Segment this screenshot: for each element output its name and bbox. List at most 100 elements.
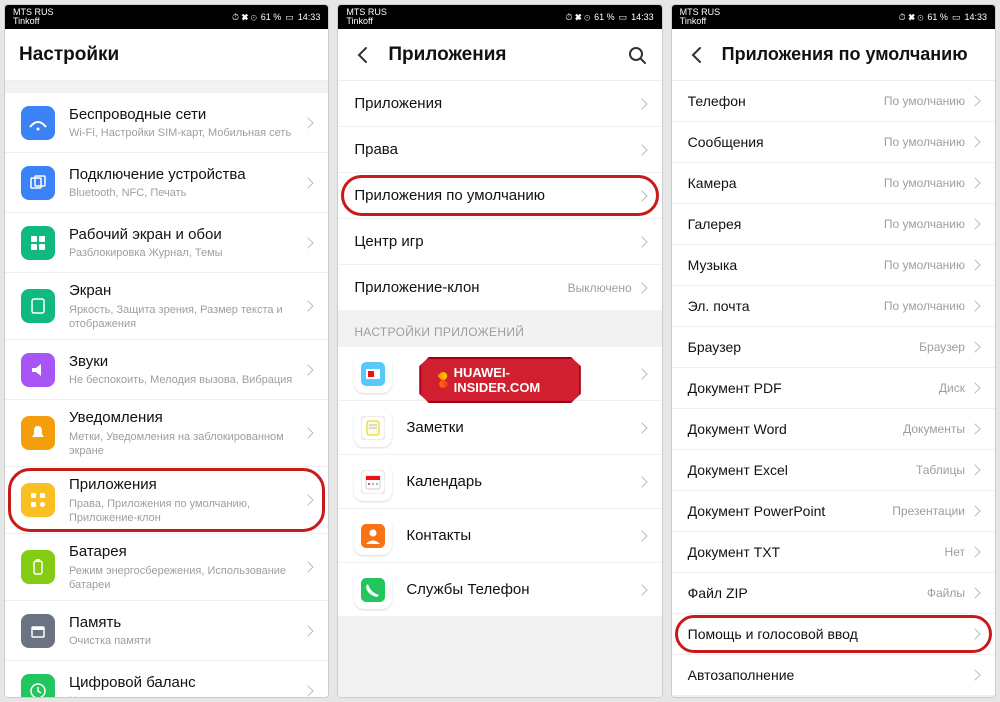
app-item[interactable]: Службы Телефон — [338, 563, 661, 617]
page-title: Настройки — [19, 44, 314, 66]
default-app-item[interactable]: Браузер Браузер — [672, 327, 995, 368]
item-label: Экран — [69, 281, 304, 301]
settings-item[interactable]: Цифровой баланс Управление временем дост… — [5, 661, 328, 697]
item-value: Документы — [903, 422, 965, 436]
settings-item[interactable]: Уведомления Метки, Уведомления на заблок… — [5, 400, 328, 467]
default-app-item[interactable]: Камера По умолчанию — [672, 163, 995, 204]
settings-item[interactable]: Память Очистка памяти — [5, 601, 328, 661]
item-sub: Не беспокоить, Мелодия вызова, Вибрация — [69, 373, 304, 387]
item-value: По умолчанию — [884, 135, 965, 149]
chevron-right-icon — [636, 282, 647, 293]
statusbar: MTS RUS Tinkoff ⏱ ✖ ⊙ 61 % ▭ 14:33 — [672, 5, 995, 29]
settings-item[interactable]: Подключение устройства Bluetooth, NFC, П… — [5, 153, 328, 213]
chevron-right-icon — [969, 300, 980, 311]
back-button[interactable] — [686, 44, 708, 66]
item-sub: Режим энергосбережения, Использование ба… — [69, 564, 304, 593]
watermark-badge: HUAWEI-INSIDER.COM — [419, 357, 581, 403]
chevron-right-icon — [636, 236, 647, 247]
back-button[interactable] — [352, 44, 374, 66]
default-app-item[interactable]: Помощь и голосовой ввод — [672, 614, 995, 655]
item-label: Браузер — [688, 338, 920, 356]
item-label: Музыка — [688, 256, 884, 274]
item-label: Службы Телефон — [406, 580, 637, 600]
app-icon — [354, 571, 392, 609]
item-value: Таблицы — [916, 463, 965, 477]
chevron-right-icon — [636, 422, 647, 433]
default-app-item[interactable]: Музыка По умолчанию — [672, 245, 995, 286]
default-app-item[interactable]: Телефон По умолчанию — [672, 81, 995, 122]
item-label: Календарь — [406, 472, 637, 492]
app-icon — [354, 355, 392, 393]
settings-item[interactable]: Звуки Не беспокоить, Мелодия вызова, Виб… — [5, 340, 328, 400]
default-app-item[interactable]: Документ TXT Нет — [672, 532, 995, 573]
item-sub: Разблокировка Журнал, Темы — [69, 246, 304, 260]
app-icon — [354, 409, 392, 447]
item-label: Приложение-клон — [354, 278, 567, 298]
settings-item[interactable]: Экран Яркость, Защита зрения, Размер тек… — [5, 273, 328, 340]
settings-icon — [21, 353, 55, 387]
item-label: Приложения по умолчанию — [354, 186, 637, 206]
item-label: Права — [354, 140, 637, 160]
item-label: Подключение устройства — [69, 165, 304, 185]
settings-icon — [21, 106, 55, 140]
section-label: НАСТРОЙКИ ПРИЛОЖЕНИЙ — [338, 311, 661, 347]
statusbar: MTS RUS Tinkoff ⏱ ✖ ⊙ 61 % ▭ 14:33 — [338, 5, 661, 29]
apps-menu-item[interactable]: Приложение-клон Выключено — [338, 265, 661, 311]
chevron-right-icon — [969, 423, 980, 434]
item-value: Файлы — [927, 586, 965, 600]
header: Приложения — [338, 29, 661, 81]
item-label: Камера — [688, 174, 884, 192]
search-icon[interactable] — [626, 44, 648, 66]
chevron-right-icon — [303, 625, 314, 636]
item-label: Заметки — [406, 418, 637, 438]
app-item[interactable]: Заметки — [338, 401, 661, 455]
item-sub: Очистка памяти — [69, 634, 304, 648]
settings-icon — [21, 550, 55, 584]
chevron-right-icon — [303, 685, 314, 696]
item-label: Документ PDF — [688, 379, 939, 397]
chevron-right-icon — [303, 237, 314, 248]
chevron-right-icon — [636, 190, 647, 201]
item-value: По умолчанию — [884, 217, 965, 231]
app-item[interactable]: Контакты — [338, 509, 661, 563]
default-app-item[interactable]: Документ PDF Диск — [672, 368, 995, 409]
chevron-right-icon — [303, 427, 314, 438]
chevron-right-icon — [969, 587, 980, 598]
item-value: Выключено — [568, 281, 632, 295]
chevron-right-icon — [303, 117, 314, 128]
default-app-item[interactable]: Документ Word Документы — [672, 409, 995, 450]
apps-list: Приложения Права Приложения по умолчанию… — [338, 81, 661, 697]
settings-icon — [21, 483, 55, 517]
default-app-item[interactable]: Сообщения По умолчанию — [672, 122, 995, 163]
item-label: Рабочий экран и обои — [69, 225, 304, 245]
default-app-item[interactable]: Файл ZIP Файлы — [672, 573, 995, 614]
item-label: Телефон — [688, 92, 884, 110]
item-label: Память — [69, 613, 304, 633]
settings-item[interactable]: Беспроводные сети Wi-Fi, Настройки SIM-к… — [5, 93, 328, 153]
item-value: По умолчанию — [884, 94, 965, 108]
settings-item[interactable]: Приложения Права, Приложения по умолчани… — [5, 467, 328, 534]
item-label: Приложения — [69, 475, 304, 495]
default-app-item[interactable]: Документ Excel Таблицы — [672, 450, 995, 491]
item-label: Приложения — [354, 94, 637, 114]
settings-item[interactable]: Рабочий экран и обои Разблокировка Журна… — [5, 213, 328, 273]
chevron-right-icon — [969, 546, 980, 557]
chevron-right-icon — [303, 364, 314, 375]
settings-list: Беспроводные сети Wi-Fi, Настройки SIM-к… — [5, 81, 328, 697]
chevron-right-icon — [969, 177, 980, 188]
apps-menu-item[interactable]: Центр игр — [338, 219, 661, 265]
item-label: Центр игр — [354, 232, 637, 252]
default-app-item[interactable]: Документ PowerPoint Презентации — [672, 491, 995, 532]
apps-menu-item[interactable]: Приложения — [338, 81, 661, 127]
apps-menu-item[interactable]: Приложения по умолчанию — [338, 173, 661, 219]
item-label: Звуки — [69, 352, 304, 372]
settings-icon — [21, 614, 55, 648]
default-app-item[interactable]: Галерея По умолчанию — [672, 204, 995, 245]
app-item[interactable]: Календарь — [338, 455, 661, 509]
apps-menu-item[interactable]: Права — [338, 127, 661, 173]
settings-icon — [21, 416, 55, 450]
settings-item[interactable]: Батарея Режим энергосбережения, Использо… — [5, 534, 328, 601]
app-item[interactable]: HUAWEI-INSIDER.COM — [338, 347, 661, 401]
default-app-item[interactable]: Эл. почта По умолчанию — [672, 286, 995, 327]
default-app-item[interactable]: Автозаполнение — [672, 655, 995, 696]
